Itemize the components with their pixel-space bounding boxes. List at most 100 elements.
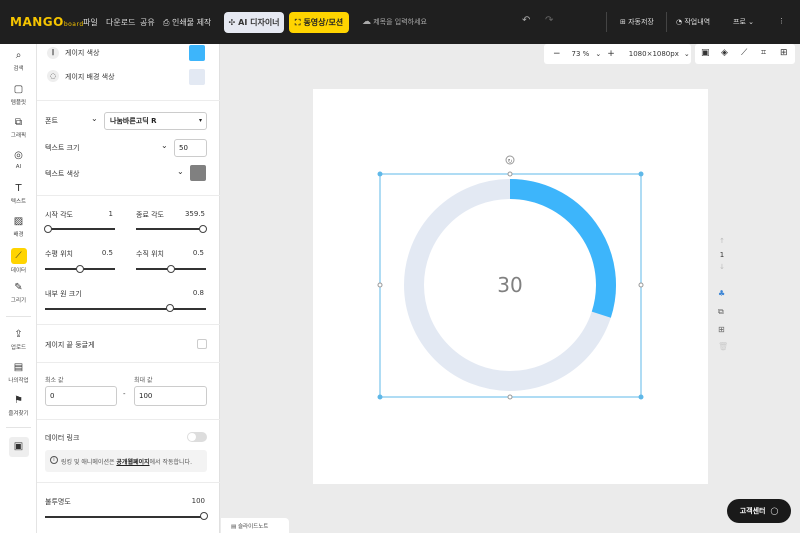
max-label: 최대 값 [134,377,153,384]
page-navigator: ↑ 1 ↓ [715,237,729,271]
opacity-slider[interactable] [45,516,206,518]
end-angle-knob[interactable] [199,225,207,233]
plan-dropdown[interactable]: 프로 ⌄ [733,17,754,27]
caret-down-icon: ▾ [198,117,202,124]
page-up-icon[interactable]: ↑ [715,237,729,245]
nav-upload[interactable]: ⇪ 업로드 [0,329,37,351]
chevron-down-icon: ⌄ [177,167,184,176]
opacity-label: 불투명도 [45,498,71,506]
public-page-link[interactable]: 공개웹페이지 [116,459,149,466]
gauge-bg-color-swatch[interactable] [189,69,205,85]
min-input[interactable]: 0 [45,386,117,406]
slide-note-tab[interactable]: ▤ 슬라이드노트 [221,518,289,533]
v-pos-value: 0.5 [192,249,204,257]
history-button[interactable]: ◔ 작업내역 [676,17,710,27]
pause-icon: ‖ [47,47,59,59]
resize-handle [638,394,644,400]
graphic-icon: ⧉ [14,117,23,128]
help-center-button[interactable]: 고객센터 ◯ [727,499,791,523]
duplicate-page-icon[interactable]: ⧉ [718,307,724,317]
round-ends-checkbox[interactable] [197,339,207,349]
h-pos-knob[interactable] [76,265,84,273]
design-page[interactable]: ↻ 30 [313,89,708,484]
start-angle-knob[interactable] [44,225,52,233]
gauge-color-swatch[interactable] [189,45,205,61]
nav-my-work[interactable]: ▤ 나의작업 [0,362,37,384]
round-ends-label: 게이지 끝 둥글게 [45,341,95,349]
crop-icon[interactable]: ⌗ [761,48,766,58]
text-size-input[interactable]: 50 [174,139,207,157]
end-angle-slider[interactable] [136,228,206,230]
more-icon[interactable]: ⋮ [778,17,785,25]
data-link-toggle[interactable] [187,432,207,442]
autosave-button[interactable]: ⊞ 자동저장 [620,17,654,27]
title-input[interactable]: ☁ 제목을 입력하세요 [362,17,427,27]
properties-panel: ‖ 게이지 색상 ◌ 게이지 배경 색상 폰트 ⌄ 나눔바른고딕 R ▾ 텍스트 … [37,44,220,533]
text-size-label: 텍스트 크기 [45,144,80,152]
start-angle-value: 1 [108,210,113,218]
min-label: 최소 값 [45,377,64,384]
zoom-level[interactable]: 73 % [572,50,590,58]
nav-extra[interactable]: ▣ [0,437,37,457]
menu-share[interactable]: 공유 [140,17,155,28]
chevron-down-icon[interactable]: ⌄ [595,50,601,58]
nav-graphic[interactable]: ⧉ 그래픽 [0,117,37,139]
nav-favorites[interactable]: ⚑ 즐겨찾기 [0,395,37,417]
max-input[interactable]: 100 [134,386,207,406]
v-pos-label: 수직 위치 [136,250,164,258]
redo-icon[interactable]: ↷ [545,15,553,26]
nav-draw[interactable]: ✎ 그리기 [0,282,37,304]
font-select[interactable]: 나눔바른고딕 R ▾ [104,112,207,130]
chart-icon: ⟋ [10,248,27,264]
ruler-icon[interactable]: ⟋ [741,48,747,58]
add-icon[interactable]: ⊞ [718,325,725,334]
resize-handle [638,171,644,177]
delete-icon[interactable]: 🗑 [718,342,728,351]
layers-icon[interactable]: ◈ [721,48,728,58]
chat-icon: ◯ [770,507,779,515]
zoom-bar: − 73 % ⌄ + 1080×1080px ⌄ [544,44,691,64]
zoom-out-icon[interactable]: − [553,49,561,59]
inner-radius-knob[interactable] [166,304,174,312]
chevron-down-icon[interactable]: ⌄ [684,50,690,58]
draw-icon: ✎ [14,282,23,293]
nav-search[interactable]: ⌕ 검색 [0,50,37,72]
ai-designer-button[interactable]: ✣ AI 디자이너 [224,12,284,33]
ring-icon: ◌ [47,70,59,82]
history-icon: ◔ [676,18,683,26]
v-pos-knob[interactable] [167,265,175,273]
undo-icon[interactable]: ↶ [522,15,530,26]
text-color-swatch[interactable] [190,165,206,181]
zoom-in-icon[interactable]: + [607,49,615,59]
start-angle-slider[interactable] [45,228,115,230]
inner-radius-label: 내부 원 크기 [45,290,82,298]
h-pos-value: 0.5 [101,249,113,257]
page-down-icon[interactable]: ↓ [715,263,729,271]
search-icon: ⌕ [15,50,22,61]
opacity-knob[interactable] [200,512,208,520]
gauge-chart[interactable]: ↻ 30 [313,89,708,484]
video-motion-button[interactable]: ⛶ 동영상/모션 [289,12,349,33]
nav-text[interactable]: T 텍스트 [0,183,37,205]
nav-template[interactable]: ▢ 템플릿 [0,84,37,106]
nav-data[interactable]: ⟋ 데이터 [0,248,37,274]
chevron-down-icon: ⌄ [748,18,754,26]
nav-ai[interactable]: ◎ AI [0,150,37,170]
sticker-icon[interactable]: ▣ [701,48,710,58]
print-button[interactable]: ⎙ 인쇄물 제작 [163,17,211,28]
grid-icon[interactable]: ⊞ [780,48,788,58]
video-icon: ⛶ [294,17,301,27]
resize-handle [377,394,383,400]
template-icon: ▢ [13,84,24,95]
save-icon: ⊞ [620,18,626,26]
mango-logo[interactable]: MANGOboard [10,15,84,29]
add-page-icon[interactable]: ♣ [718,289,725,298]
menu-download[interactable]: 다운로드 [106,17,135,28]
nav-background[interactable]: ▨ 배경 [0,216,37,238]
canvas-size[interactable]: 1080×1080px [629,50,679,58]
inner-radius-slider[interactable] [45,308,206,310]
menu-file[interactable]: 파일 [83,17,98,28]
resize-handle [507,171,513,177]
resize-handle [638,282,644,288]
left-nav: ⌕ 검색 ▢ 템플릿 ⧉ 그래픽 ◎ AI T 텍스트 ▨ 배경 ⟋ 데이터 ✎ 그리기 ⇪ 업로… [0,44,37,533]
